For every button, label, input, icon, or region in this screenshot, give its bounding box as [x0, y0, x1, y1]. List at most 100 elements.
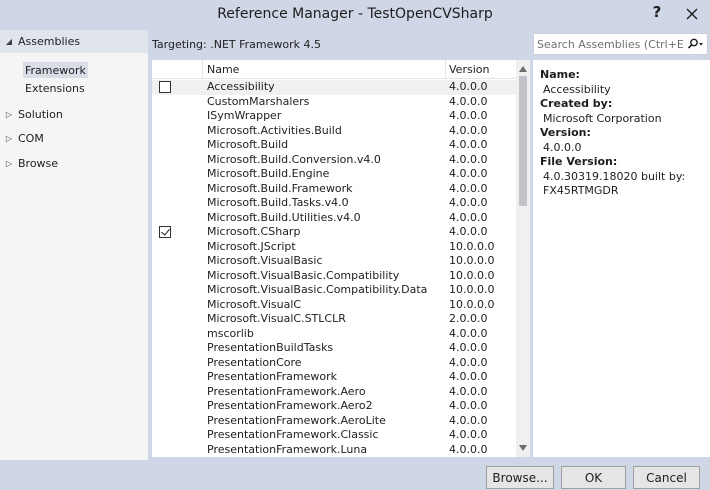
search-icon[interactable]: [685, 34, 707, 54]
assembly-version: 4.0.0.0: [449, 210, 488, 224]
table-row[interactable]: PresentationBuildTasks 4.0.0.0: [152, 341, 516, 356]
assembly-name: Microsoft.VisualBasic: [207, 254, 323, 267]
assembly-name: PresentationFramework.Classic: [207, 428, 379, 441]
list-header: Name Version: [152, 60, 516, 79]
table-row[interactable]: Microsoft.Build.Engine 4.0.0.0: [152, 167, 516, 182]
assembly-version: 4.0.0.0: [449, 80, 488, 93]
table-row[interactable]: PresentationCore 4.0.0.0: [152, 356, 516, 371]
scroll-up-button[interactable]: [516, 62, 530, 76]
nav-browse[interactable]: ▷ Browse: [0, 152, 148, 175]
table-row[interactable]: Microsoft.Build.Utilities.v4.0 4.0.0.0: [152, 211, 516, 226]
assembly-version: 4.0.0.0: [449, 138, 488, 151]
assembly-rows: Accessibility 4.0.0.0 CustomMarshalers 4.0.…: [152, 80, 516, 457]
table-row[interactable]: Microsoft.JScript 10.0.0.0: [152, 240, 516, 255]
table-row[interactable]: PresentationFramework.AeroLite 4.0.0.0: [152, 414, 516, 429]
browse-button[interactable]: Browse...: [486, 466, 554, 489]
table-row[interactable]: PresentationFramework.Classic 4.0.0.0: [152, 428, 516, 443]
checkbox[interactable]: [159, 81, 171, 93]
assembly-name: PresentationFramework.Aero: [207, 384, 366, 398]
assembly-name: PresentationBuildTasks: [207, 341, 334, 354]
detail-version-label: Version:: [540, 126, 591, 139]
table-row[interactable]: PresentationFramework.Luna 4.0.0.0: [152, 443, 516, 458]
checkbox-checked[interactable]: [159, 226, 171, 238]
assembly-name: PresentationFramework.Aero2: [207, 399, 373, 412]
assembly-version: 4.0.0.0: [449, 181, 488, 195]
ok-button[interactable]: OK: [561, 466, 626, 489]
list-scrollbar[interactable]: [516, 60, 530, 457]
cancel-button[interactable]: Cancel: [633, 466, 700, 489]
table-row[interactable]: PresentationFramework 4.0.0.0: [152, 370, 516, 385]
title-bar: Reference Manager - TestOpenCVSharp ?: [0, 0, 710, 30]
table-row[interactable]: Microsoft.VisualBasic.Compatibility 10.0.…: [152, 269, 516, 284]
assembly-version: 10.0.0.0: [449, 297, 495, 311]
assembly-version: 4.0.0.0: [449, 413, 488, 427]
assembly-version: 4.0.0.0: [449, 370, 488, 383]
search-box[interactable]: Search Assemblies (Ctrl+E): [533, 33, 708, 55]
assembly-name: Microsoft.Activities.Build: [207, 123, 342, 137]
nav-extensions[interactable]: Extensions: [23, 80, 87, 96]
nav-framework[interactable]: Framework: [23, 62, 88, 78]
table-row[interactable]: Microsoft.VisualBasic.Compatibility.Data…: [152, 283, 516, 298]
assembly-version: 4.0.0.0: [449, 167, 488, 180]
assembly-version: 10.0.0.0: [449, 239, 495, 253]
scroll-down-icon: [519, 445, 527, 451]
nav-browse-label: Browse: [18, 157, 59, 170]
assembly-version: 4.0.0.0: [449, 355, 488, 369]
assembly-name: Microsoft.VisualBasic.Compatibility: [207, 268, 400, 282]
nav-com-label: COM: [18, 132, 44, 145]
column-separator[interactable]: [445, 60, 446, 79]
table-row[interactable]: ISymWrapper 4.0.0.0: [152, 109, 516, 124]
assembly-version: 4.0.0.0: [449, 196, 488, 209]
close-button[interactable]: [680, 4, 704, 24]
nav-solution[interactable]: ▷ Solution: [0, 103, 148, 126]
table-row[interactable]: Microsoft.VisualC 10.0.0.0: [152, 298, 516, 313]
column-header-name[interactable]: Name: [207, 63, 239, 76]
table-row[interactable]: PresentationFramework.Aero 4.0.0.0: [152, 385, 516, 400]
expanded-arrow-icon: ◢: [5, 37, 13, 46]
table-row[interactable]: Microsoft.Build.Conversion.v4.0 4.0.0.0: [152, 153, 516, 168]
table-row[interactable]: Microsoft.Build 4.0.0.0: [152, 138, 516, 153]
assembly-version: 4.0.0.0: [449, 123, 488, 137]
table-row[interactable]: Microsoft.VisualBasic 10.0.0.0: [152, 254, 516, 269]
table-row[interactable]: CustomMarshalers 4.0.0.0: [152, 95, 516, 110]
targeting-label: Targeting: .NET Framework 4.5: [152, 38, 322, 51]
help-button[interactable]: ?: [648, 3, 666, 23]
table-row[interactable]: PresentationFramework.Aero2 4.0.0.0: [152, 399, 516, 414]
nav-assemblies-label: Assemblies: [18, 35, 81, 48]
detail-name-value: Accessibility: [543, 82, 611, 96]
assembly-name: Microsoft.Build.Utilities.v4.0: [207, 210, 361, 224]
assembly-version: 4.0.0.0: [449, 442, 488, 456]
search-input[interactable]: Search Assemblies (Ctrl+E): [534, 38, 685, 51]
details-pane: Name: Accessibility Created by: Microsof…: [533, 60, 710, 457]
table-row[interactable]: Microsoft.VisualC.STLCLR 2.0.0.0: [152, 312, 516, 327]
scroll-down-button[interactable]: [516, 441, 530, 455]
assembly-version: 4.0.0.0: [449, 109, 488, 122]
assembly-version: 4.0.0.0: [449, 428, 488, 441]
assembly-name: Microsoft.Build.Conversion.v4.0: [207, 152, 381, 166]
window-title: Reference Manager - TestOpenCVSharp: [217, 6, 493, 22]
assembly-name: PresentationCore: [207, 355, 302, 369]
assembly-name: Microsoft.JScript: [207, 239, 296, 253]
assembly-version: 4.0.0.0: [449, 225, 488, 238]
detail-created-by-label: Created by:: [540, 97, 613, 110]
collapsed-arrow-icon: ▷: [5, 134, 13, 143]
column-separator[interactable]: [202, 60, 203, 79]
nav-com[interactable]: ▷ COM: [0, 127, 148, 150]
assembly-name: PresentationFramework.Luna: [207, 442, 368, 456]
assembly-name: Microsoft.Build.Tasks.v4.0: [207, 196, 349, 209]
assembly-version: 10.0.0.0: [449, 283, 495, 296]
table-row[interactable]: Microsoft.Build.Framework 4.0.0.0: [152, 182, 516, 197]
table-row[interactable]: Microsoft.Build.Tasks.v4.0 4.0.0.0: [152, 196, 516, 211]
left-navigation: ◢ Assemblies Framework Extensions ▷ Solu…: [0, 30, 148, 460]
table-row[interactable]: Microsoft.CSharp 4.0.0.0: [152, 225, 516, 240]
table-row[interactable]: Accessibility 4.0.0.0: [152, 80, 516, 95]
assembly-name: CustomMarshalers: [207, 94, 310, 108]
detail-file-version-label: File Version:: [540, 155, 618, 168]
table-row[interactable]: Microsoft.Activities.Build 4.0.0.0: [152, 124, 516, 139]
table-row[interactable]: mscorlib 4.0.0.0: [152, 327, 516, 342]
nav-assemblies[interactable]: ◢ Assemblies: [0, 30, 148, 53]
assembly-name: Microsoft.VisualC.STLCLR: [207, 312, 346, 325]
column-header-version[interactable]: Version: [449, 63, 489, 76]
scroll-thumb[interactable]: [519, 76, 527, 206]
assembly-name: Accessibility: [207, 80, 275, 93]
